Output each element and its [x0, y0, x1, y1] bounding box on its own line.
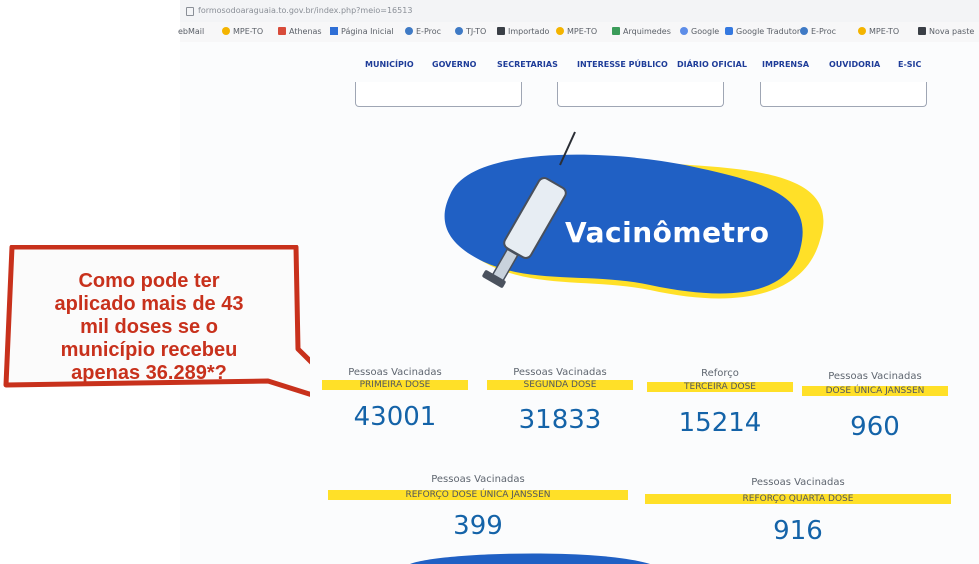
pagina-icon — [330, 27, 338, 35]
athenas-icon — [278, 27, 286, 35]
bookmark-item[interactable]: Google — [680, 27, 719, 36]
bookmark-item[interactable]: Nova paste — [918, 27, 974, 36]
stat-label: Pessoas Vacinadas — [348, 367, 442, 378]
bookmark-item[interactable]: MPE-TO — [222, 27, 263, 36]
mpe-logo-icon — [222, 27, 230, 35]
stat-label: Reforço — [701, 368, 739, 379]
translate-icon — [725, 27, 733, 35]
bookmark-item[interactable]: E-Proc — [800, 27, 836, 36]
bookmark-item[interactable]: ebMail — [178, 27, 204, 36]
service-card[interactable] — [557, 82, 724, 107]
google-icon — [680, 27, 688, 35]
stat-band: PRIMEIRA DOSE — [322, 380, 468, 390]
folder-icon — [497, 27, 505, 35]
bookmark-item[interactable]: TJ-TO — [455, 27, 486, 36]
bookmark-item[interactable]: E-Proc — [405, 27, 441, 36]
callout-line: aplicado mais de 43 — [54, 293, 244, 315]
nav-item-municipio[interactable]: MUNICÍPIO — [365, 60, 414, 69]
mpe-logo-icon — [556, 27, 564, 35]
bookmark-item[interactable]: Arquimedes — [612, 27, 671, 36]
nav-item-imprensa[interactable]: IMPRENSA — [762, 60, 809, 69]
nav-item-governo[interactable]: GOVERNO — [432, 60, 476, 69]
bookmark-item[interactable]: MPE-TO — [556, 27, 597, 36]
callout-line: Como pode ter — [78, 270, 220, 292]
callout-line: mil doses se o — [80, 316, 218, 338]
next-section-shape — [410, 553, 650, 564]
stat-band: SEGUNDA DOSE — [487, 380, 633, 390]
service-card[interactable] — [355, 82, 522, 107]
bookmarks-bar: ebMail MPE-TO Athenas Página Inicial E-P… — [178, 22, 979, 43]
stat-band: REFORÇO DOSE ÚNICA JANSSEN — [328, 490, 628, 500]
stat-value: 43001 — [353, 402, 437, 432]
nav-item-esic[interactable]: E-SIC — [898, 60, 921, 69]
stat-band: TERCEIRA DOSE — [647, 382, 793, 392]
callout-line: município recebeu — [60, 339, 238, 361]
url-text[interactable]: formosodoaraguaia.to.gov.br/index.php?me… — [198, 0, 412, 22]
stat-value: 15214 — [678, 408, 762, 438]
nav-item-secretarias[interactable]: SECRETARIAS — [497, 60, 558, 69]
stat-value: 916 — [773, 516, 823, 546]
bookmark-item[interactable]: Página Inicial — [330, 27, 394, 36]
stat-label: Pessoas Vacinadas — [513, 367, 607, 378]
stat-band: REFORÇO QUARTA DOSE — [645, 494, 951, 504]
service-card[interactable] — [760, 82, 927, 107]
bookmark-item[interactable]: Importado — [497, 27, 549, 36]
folder-icon — [918, 27, 926, 35]
stat-band: DOSE ÚNICA JANSSEN — [802, 386, 948, 396]
stat-label: Pessoas Vacinadas — [751, 477, 845, 488]
address-bar[interactable]: formosodoaraguaia.to.gov.br/index.php?me… — [180, 0, 979, 22]
main-nav: MUNICÍPIO GOVERNO SECRETARIAS INTERESSE … — [180, 60, 979, 80]
stat-label: Pessoas Vacinadas — [431, 474, 525, 485]
bookmark-item[interactable]: MPE-TO — [858, 27, 899, 36]
bookmark-item[interactable]: Athenas — [278, 27, 322, 36]
lock-icon — [186, 7, 194, 16]
bookmark-item[interactable]: Google Tradutor — [725, 27, 800, 36]
callout-text: Como pode ter aplicado mais de 43 mil do… — [8, 270, 290, 385]
nav-item-ouvidoria[interactable]: OUVIDORIA — [829, 60, 880, 69]
stat-value: 960 — [850, 412, 900, 442]
eproc-icon — [800, 27, 808, 35]
arquimedes-icon — [612, 27, 620, 35]
callout-line: apenas 36.289*? — [71, 362, 227, 384]
mpe-logo-icon — [858, 27, 866, 35]
stat-label: Pessoas Vacinadas — [828, 371, 922, 382]
page-title: Vacinômetro — [565, 216, 770, 249]
stat-value: 31833 — [518, 405, 602, 435]
tjto-icon — [455, 27, 463, 35]
nav-item-interesse-publico[interactable]: INTERESSE PÚBLICO — [577, 60, 668, 69]
stat-value: 399 — [453, 511, 503, 541]
nav-item-diario-oficial[interactable]: DIÁRIO OFICIAL — [677, 60, 747, 69]
eproc-icon — [405, 27, 413, 35]
